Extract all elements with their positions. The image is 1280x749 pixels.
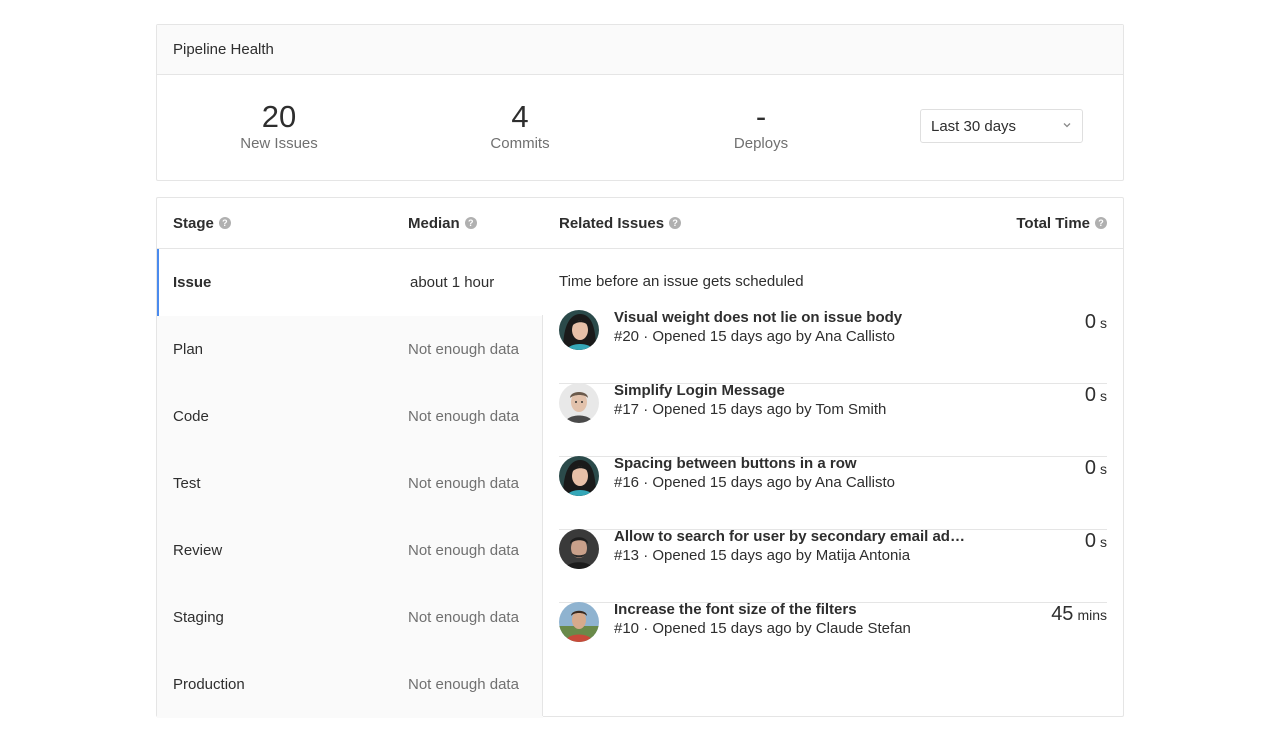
help-icon[interactable]: ? [1095,217,1107,229]
avatar[interactable] [559,383,599,423]
issue-meta: #10 · Opened 15 days ago by Claude Stefa… [614,620,911,637]
avatar[interactable] [559,456,599,496]
issue-title-link[interactable]: Simplify Login Message [614,382,785,399]
time-value: 0 [1084,530,1096,552]
stage-name: Issue [173,274,212,291]
issue-total-time: 45 mins [1051,603,1107,626]
avatar-man-light-icon [559,383,599,423]
pipeline-health-stats: 20 New Issues 4 Commits - Deploys Last 3… [157,75,1123,180]
issue-list: Visual weight does not lie on issue body… [559,309,1107,676]
avatar-man-dark-icon [559,529,599,569]
issue-item: Allow to search for user by secondary em… [559,528,1107,603]
header-median-label: Median [408,214,460,232]
stage-item-plan[interactable]: Plan Not enough data [157,316,543,383]
time-value: 0 [1084,384,1096,406]
avatar[interactable] [559,602,599,642]
issue-meta: #13 · Opened 15 days ago by Matija Anton… [614,547,911,564]
related-issues-panel: Time before an issue gets scheduled Visu… [543,249,1123,716]
header-total-time: Total Time ? [1016,198,1107,248]
stage-median: about 1 hour [410,274,495,291]
issue-total-time: 0s [1085,530,1107,553]
pipeline-health-title: Pipeline Health [173,41,274,58]
help-icon[interactable]: ? [218,217,231,229]
stage-median: Not enough data [408,676,519,693]
issue-total-time: 0s [1085,311,1107,334]
stat-value: - [755,99,767,134]
header-stage-label: Stage [173,214,214,232]
header-stage: Stage ? [173,198,231,248]
issue-meta: #16 · Opened 15 days ago by Ana Callisto [614,474,896,491]
stage-name: Plan [173,341,204,358]
avatar-woman-icon [559,456,599,496]
avatar[interactable] [559,310,599,350]
stage-description: Time before an issue gets scheduled [559,273,804,290]
issue-meta: #17 · Opened 15 days ago by Tom Smith [614,401,887,418]
avatar-man-outdoor-icon [559,602,599,642]
stage-table: Stage ? Median ? Related Issues ? Total … [156,197,1124,718]
stat-label: Commits [490,135,550,152]
stage-median: Not enough data [408,609,519,626]
time-unit: mins [1077,607,1107,623]
pipeline-health-card: Pipeline Health 20 New Issues 4 Commits … [156,24,1124,181]
stage-name: Test [173,475,201,492]
issue-title-link[interactable]: Visual weight does not lie on issue body [614,309,902,326]
date-range-value: Last 30 days [931,117,1017,135]
issue-title-link[interactable]: Spacing between buttons in a row [614,455,857,472]
stat-new-issues: 20 New Issues [159,99,399,153]
header-related-label: Related Issues [559,214,665,232]
help-icon[interactable]: ? [464,217,477,229]
issue-item: Simplify Login Message #17 · Opened 15 d… [559,382,1107,457]
time-unit: s [1100,461,1107,477]
issue-title-link[interactable]: Allow to search for user by secondary em… [614,528,974,545]
time-value: 0 [1084,311,1096,333]
stage-item-test[interactable]: Test Not enough data [157,450,543,517]
time-value: 45 [1051,603,1074,625]
stat-label: New Issues [240,135,318,152]
stage-median: Not enough data [408,542,519,559]
stage-item-review[interactable]: Review Not enough data [157,517,543,584]
pipeline-health-header: Pipeline Health [157,25,1123,75]
stage-name: Production [173,676,245,693]
time-unit: s [1100,534,1107,550]
issue-item: Increase the font size of the filters #1… [559,601,1107,676]
header-total-label: Total Time [1016,214,1090,232]
stage-median: Not enough data [408,408,519,425]
time-unit: s [1100,315,1107,331]
stage-name: Staging [173,609,224,626]
date-range-select[interactable]: Last 30 days [920,109,1083,143]
issue-total-time: 0s [1085,457,1107,480]
stat-label: Deploys [733,135,789,152]
stage-name: Review [173,542,223,559]
issue-title-link[interactable]: Increase the font size of the filters [614,601,857,618]
header-median: Median ? [408,198,477,248]
issue-item: Visual weight does not lie on issue body… [559,309,1107,384]
stat-commits: 4 Commits [400,99,640,153]
stat-value: 20 [261,99,297,134]
issue-meta: #20 · Opened 15 days ago by Ana Callisto [614,328,896,345]
stat-deploys: - Deploys [641,99,881,153]
chevron-down-icon [1063,123,1071,128]
avatar-woman-icon [559,310,599,350]
issue-total-time: 0s [1085,384,1107,407]
help-icon[interactable]: ? [669,217,682,229]
time-value: 0 [1084,457,1096,479]
table-header-row: Stage ? Median ? Related Issues ? Total … [157,198,1123,249]
stage-item-production[interactable]: Production Not enough data [157,651,543,718]
avatar[interactable] [559,529,599,569]
stage-list: Issue about 1 hour Plan Not enough data … [157,249,543,718]
stage-item-code[interactable]: Code Not enough data [157,383,543,450]
stage-median: Not enough data [408,341,519,358]
stage-name: Code [173,408,209,425]
stage-item-staging[interactable]: Staging Not enough data [157,584,543,651]
time-unit: s [1100,388,1107,404]
issue-item: Spacing between buttons in a row #16 · O… [559,455,1107,530]
stage-median: Not enough data [408,475,519,492]
stat-value: 4 [511,99,529,134]
stage-item-issue[interactable]: Issue about 1 hour [157,249,543,316]
header-related-issues: Related Issues ? [559,198,682,248]
